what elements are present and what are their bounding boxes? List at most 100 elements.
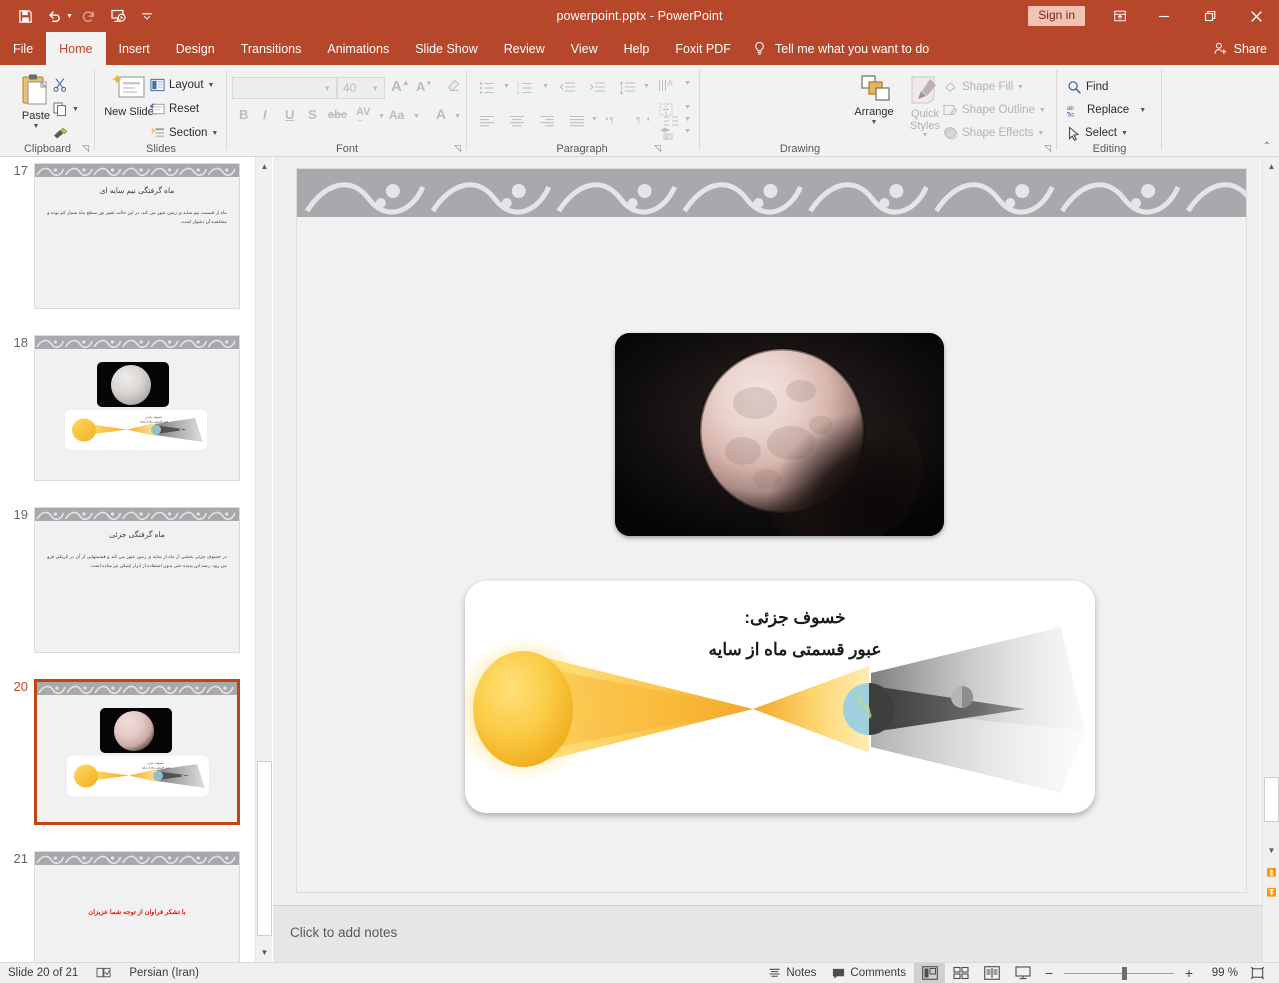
tab-home[interactable]: Home	[46, 32, 106, 65]
thumbnail-canvas[interactable]: خسوف جزئی: عبور قسمتی ماه از سایه	[34, 335, 240, 481]
font-size-input[interactable]: 40 ▼	[337, 77, 385, 99]
zoom-out-button[interactable]: −	[1038, 965, 1060, 981]
line-spacing-dropdown-icon[interactable]: ▼	[643, 83, 650, 90]
zoom-level-label[interactable]: 99 %	[1200, 967, 1242, 979]
shape-effects-dropdown-icon[interactable]: ▼	[1037, 130, 1044, 137]
slide-area-scrollbar[interactable]: ▲ ▼ ⏫ ⏬	[1262, 157, 1279, 962]
align-text-button[interactable]	[658, 99, 676, 119]
decrease-indent-button[interactable]	[559, 78, 576, 98]
font-color-dropdown-icon[interactable]: ▼	[454, 113, 461, 120]
cut-button[interactable]	[52, 75, 68, 95]
character-spacing-button[interactable]: AV ↔	[356, 106, 370, 124]
layout-button[interactable]: Layout ▼	[150, 75, 214, 95]
section-dropdown-icon[interactable]: ▼	[211, 130, 218, 137]
tab-animations[interactable]: Animations	[314, 32, 402, 65]
font-name-dropdown-icon[interactable]: ▼	[323, 84, 336, 93]
shape-effects-button[interactable]: Shape Effects ▼	[943, 123, 1044, 143]
underline-button[interactable]: U	[285, 107, 294, 122]
tab-transitions[interactable]: Transitions	[228, 32, 315, 65]
shape-fill-button[interactable]: Shape Fill ▼	[943, 77, 1024, 97]
share-button[interactable]: Share	[1213, 32, 1267, 65]
section-button[interactable]: Section ▼	[150, 123, 218, 143]
shape-outline-dropdown-icon[interactable]: ▼	[1039, 107, 1046, 114]
justify-button[interactable]	[569, 111, 585, 131]
font-dialog-launcher[interactable]: ◹	[454, 143, 461, 154]
tell-me-search[interactable]: Tell me what you want to do	[752, 32, 929, 65]
copy-dropdown-icon[interactable]: ▼	[72, 106, 79, 113]
italic-button[interactable]: I	[263, 107, 267, 122]
zoom-slider[interactable]	[1060, 963, 1178, 983]
tab-file[interactable]: File	[0, 32, 46, 65]
bold-button[interactable]: B	[239, 107, 248, 122]
clear-formatting-button[interactable]	[445, 78, 462, 97]
thumbnail-slide-19[interactable]: 19 ماه گرفتگی جزئی در خسوف جزئی بخشی از …	[0, 507, 255, 657]
copy-button[interactable]: ▼	[52, 99, 79, 119]
change-case-dropdown-icon[interactable]: ▼	[413, 113, 420, 120]
tab-slide-show[interactable]: Slide Show	[402, 32, 491, 65]
thumbnail-scroll-thumb[interactable]	[257, 761, 272, 936]
rtl-text-direction-button[interactable]: ¶	[635, 111, 651, 131]
numbering-button[interactable]: 123	[517, 78, 533, 98]
select-dropdown-icon[interactable]: ▼	[1121, 130, 1128, 137]
convert-to-smartart-dropdown-icon[interactable]: ▼	[684, 128, 691, 135]
thumbnail-canvas[interactable]: ماه گرفتگی جزئی در خسوف جزئی بخشی از ماه…	[34, 507, 240, 653]
character-spacing-dropdown-icon[interactable]: ▼	[378, 113, 385, 120]
tab-insert[interactable]: Insert	[106, 32, 163, 65]
align-text-dropdown-icon[interactable]: ▼	[684, 104, 691, 111]
bullets-dropdown-icon[interactable]: ▼	[503, 83, 510, 90]
slide-scroll-thumb[interactable]	[1264, 777, 1279, 822]
arrange-dropdown-icon[interactable]: ▼	[871, 119, 878, 126]
current-slide[interactable]: خسوف جزئی: عبور قسمتی ماه از سایه	[296, 168, 1247, 893]
thumbnail-slide-18[interactable]: 18 خسوف جزئی: عبور قسمتی ماه از سایه	[0, 335, 255, 485]
strikethrough-button[interactable]: abc	[328, 109, 347, 121]
bullets-button[interactable]	[479, 78, 495, 98]
normal-view-button[interactable]	[914, 962, 945, 983]
thumbnail-pane-scrollbar[interactable]: ▲ ▼	[255, 157, 272, 962]
slide-scroll-up-icon[interactable]: ▲	[1264, 158, 1279, 175]
slide-thumbnail-pane[interactable]: 17 ماه گرفتگی نیم سایه ای ماه از قسمت نی…	[0, 157, 255, 962]
find-button[interactable]: Find	[1067, 77, 1108, 97]
ltr-text-direction-button[interactable]: ¶	[605, 111, 621, 131]
convert-to-smartart-button[interactable]	[658, 123, 676, 143]
replace-button[interactable]: ab ac Replace ▼	[1067, 100, 1146, 120]
font-color-button[interactable]: A	[436, 106, 446, 122]
slide-editing-area[interactable]: خسوف جزئی: عبور قسمتی ماه از سایه	[273, 157, 1262, 905]
spellcheck-icon[interactable]	[96, 967, 111, 980]
ribbon-display-options-icon[interactable]	[1099, 0, 1141, 32]
sign-in-button[interactable]: Sign in	[1028, 6, 1085, 26]
reset-button[interactable]: Reset	[150, 99, 199, 119]
line-spacing-button[interactable]	[619, 78, 636, 98]
reading-view-button[interactable]	[976, 963, 1007, 983]
format-painter-button[interactable]	[52, 123, 69, 143]
tab-help[interactable]: Help	[611, 32, 663, 65]
arrange-button[interactable]: Arrange ▼	[846, 73, 902, 126]
next-slide-button[interactable]: ⏬	[1264, 884, 1279, 901]
replace-dropdown-icon[interactable]: ▼	[1139, 107, 1146, 114]
decrease-font-size-button[interactable]: A▼	[416, 79, 432, 94]
drawing-dialog-launcher[interactable]: ◹	[1044, 143, 1051, 154]
clipboard-dialog-launcher[interactable]: ◹	[82, 143, 89, 154]
tab-design[interactable]: Design	[163, 32, 228, 65]
numbering-dropdown-icon[interactable]: ▼	[542, 83, 549, 90]
font-size-dropdown-icon[interactable]: ▼	[371, 84, 384, 93]
tab-foxit-pdf[interactable]: Foxit PDF	[662, 32, 744, 65]
fit-slide-to-window-button[interactable]	[1242, 963, 1273, 983]
notes-placeholder[interactable]: Click to add notes	[290, 925, 397, 940]
slide-scroll-down-icon[interactable]: ▼	[1264, 842, 1279, 859]
eclipse-diagram[interactable]: خسوف جزئی: عبور قسمتی ماه از سایه	[465, 581, 1095, 813]
text-direction-button[interactable]: A	[658, 75, 676, 95]
shape-fill-dropdown-icon[interactable]: ▼	[1017, 84, 1024, 91]
thumbnail-scroll-down-icon[interactable]: ▼	[257, 944, 272, 961]
thumbnail-slide-21[interactable]: 21 با تشکر فراوان از توجه شما عزیزان	[0, 851, 255, 962]
close-button[interactable]	[1233, 0, 1279, 32]
moon-photo[interactable]	[615, 333, 944, 536]
previous-slide-button[interactable]: ⏫	[1264, 864, 1279, 881]
select-button[interactable]: Select ▼	[1067, 123, 1128, 143]
thumbnail-canvas[interactable]: با تشکر فراوان از توجه شما عزیزان	[34, 851, 240, 962]
shape-outline-button[interactable]: Shape Outline ▼	[943, 100, 1046, 120]
slide-show-button[interactable]	[1007, 963, 1038, 983]
restore-button[interactable]	[1187, 0, 1233, 32]
font-name-input[interactable]: ▼	[232, 77, 337, 99]
thumbnail-canvas[interactable]: خسوف جزئی: عبور قسمتی ماه از سایه	[34, 679, 240, 825]
language-indicator[interactable]: Persian (Iran)	[129, 967, 199, 979]
